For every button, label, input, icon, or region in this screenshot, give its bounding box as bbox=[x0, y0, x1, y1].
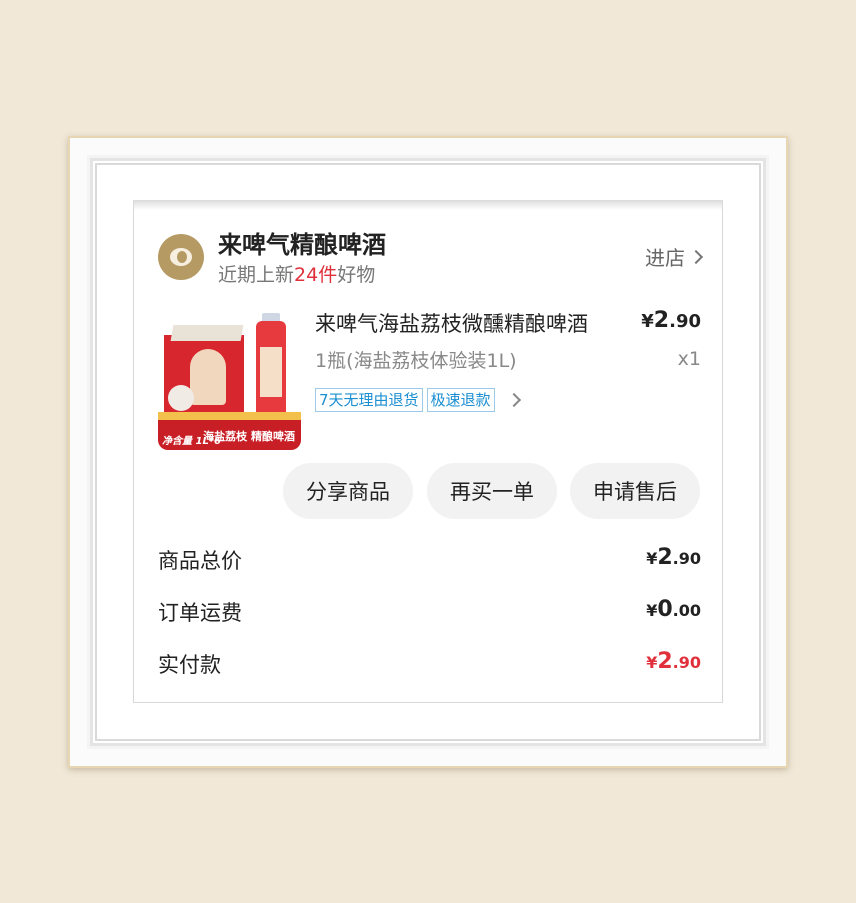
store-logo-mark bbox=[177, 251, 187, 263]
store-sub-prefix: 近期上新 bbox=[218, 264, 295, 286]
price-dec: .90 bbox=[669, 311, 701, 332]
chevron-right-icon bbox=[506, 392, 521, 408]
product-box-art bbox=[190, 349, 226, 405]
shipping-int: 0 bbox=[657, 597, 673, 622]
paid-dec: .90 bbox=[672, 653, 701, 672]
enter-store-label: 进店 bbox=[645, 246, 685, 270]
shipping-label: 订单运费 bbox=[158, 601, 242, 625]
image-product-caption: 海盐荔枝 精酿啤酒 bbox=[203, 430, 295, 443]
store-subtitle: 近期上新24件好物 bbox=[218, 260, 375, 287]
summary-row-shipping: 订单运费 ¥0.00 bbox=[158, 597, 701, 627]
product-title[interactable]: 来啤气海盐荔枝微醺精酿啤酒 bbox=[315, 308, 615, 338]
subtotal-int: 2 bbox=[657, 545, 673, 570]
product-quantity: x1 bbox=[677, 348, 701, 370]
card-top-shade bbox=[133, 200, 723, 210]
image-gold-strip bbox=[158, 412, 301, 420]
store-header[interactable]: 来啤气精酿啤酒 近期上新24件好物 进店 bbox=[158, 230, 704, 290]
store-sub-suffix: 好物 bbox=[337, 264, 376, 286]
product-box-lid bbox=[170, 325, 244, 341]
paid-value: ¥2.90 bbox=[646, 649, 701, 674]
subtotal-yen: ¥ bbox=[646, 549, 658, 568]
order-card: 来啤气精酿啤酒 近期上新24件好物 进店 净含量 1L*6 海盐荔枝 精酿啤酒 … bbox=[133, 200, 723, 703]
product-price: ¥2.90 bbox=[641, 308, 701, 333]
buy-again-button[interactable]: 再买一单 bbox=[427, 463, 557, 519]
summary-row-paid: 实付款 ¥2.90 bbox=[158, 649, 701, 679]
after-sales-button[interactable]: 申请售后 bbox=[570, 463, 700, 519]
paid-int: 2 bbox=[657, 649, 673, 674]
chevron-right-icon bbox=[688, 249, 704, 264]
tag-7day-return: 7天无理由退货 bbox=[315, 388, 423, 412]
shipping-yen: ¥ bbox=[646, 601, 658, 620]
store-logo bbox=[158, 234, 204, 280]
subtotal-dec: .90 bbox=[672, 549, 701, 568]
paid-label: 实付款 bbox=[158, 653, 221, 677]
shipping-dec: .00 bbox=[672, 601, 701, 620]
product-spec: 1瓶(海盐荔枝体验装1L) bbox=[315, 350, 517, 372]
bottle-label bbox=[260, 347, 282, 397]
store-new-count: 24件 bbox=[294, 264, 338, 286]
enter-store-link[interactable]: 进店 bbox=[645, 242, 704, 271]
tag-fast-refund: 极速退款 bbox=[426, 388, 495, 412]
store-name: 来啤气精酿啤酒 bbox=[218, 231, 386, 259]
shipping-value: ¥0.00 bbox=[646, 597, 701, 622]
lychee-graphic bbox=[168, 385, 194, 411]
subtotal-value: ¥2.90 bbox=[646, 545, 701, 570]
price-int: 2 bbox=[653, 308, 670, 333]
paid-yen: ¥ bbox=[646, 653, 658, 672]
summary-row-subtotal: 商品总价 ¥2.90 bbox=[158, 545, 701, 575]
service-tags[interactable]: 7天无理由退货 极速退款 bbox=[315, 388, 521, 412]
price-yen: ¥ bbox=[641, 311, 654, 332]
product-image[interactable]: 净含量 1L*6 海盐荔枝 精酿啤酒 bbox=[158, 307, 301, 450]
subtotal-label: 商品总价 bbox=[158, 549, 242, 573]
share-product-button[interactable]: 分享商品 bbox=[283, 463, 413, 519]
